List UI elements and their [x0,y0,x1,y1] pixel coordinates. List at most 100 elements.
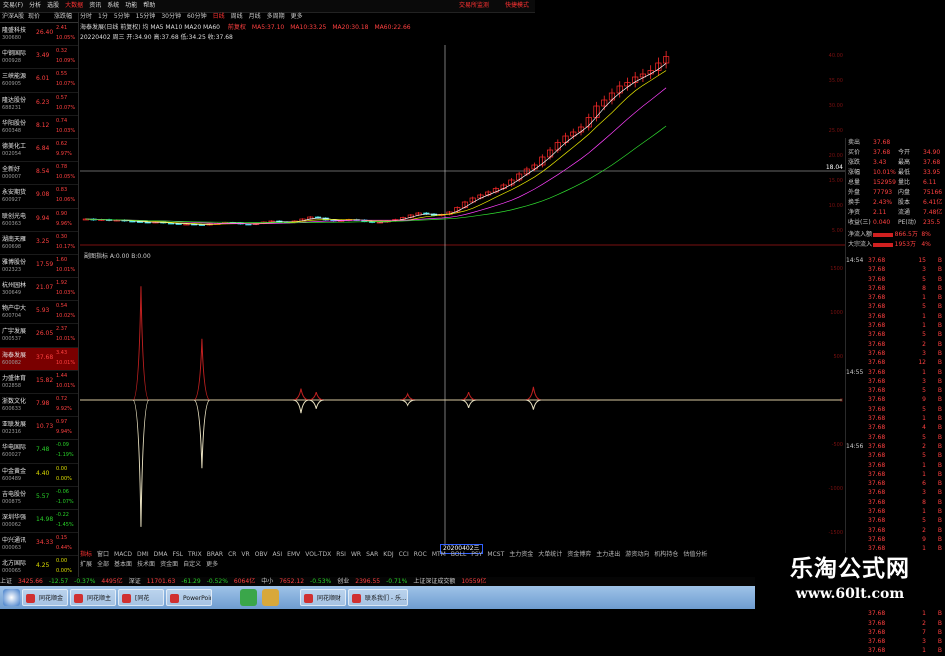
indicator-tab[interactable]: FSL [173,551,184,558]
watchlist-row[interactable]: 德美化工 002054 6.84 0.62 9.97% [0,139,78,163]
indicator-tab-secondary[interactable]: 技术面 [137,561,155,568]
menu-item[interactable]: 大数据 [62,0,86,12]
indicator-tab[interactable]: 主力资金 [509,551,533,558]
indicator-tab[interactable]: 窗口 [97,551,109,558]
indicator-tab[interactable]: CCI [399,551,409,558]
browser-icon[interactable] [240,589,257,606]
indicator-tab-secondary[interactable]: 自定义 [183,561,201,568]
watchlist-row[interactable]: 华阳股份 600348 8.12 0.74 10.03% [0,116,78,139]
indicator-tab-secondary[interactable]: 资金面 [160,561,178,568]
taskbar-button[interactable]: 同花顺主站选股 [70,589,116,606]
period-tab[interactable]: 分时 [80,13,92,20]
stock-name: 三峡能源 [2,73,27,81]
period-tab[interactable]: 60分钟 [187,13,207,20]
indicator-tab[interactable]: DMA [154,551,168,558]
indicator-tab-secondary[interactable]: 全部 [97,561,109,568]
watchlist-row[interactable]: 杭州园林 300649 21.07 1.92 10.03% [0,278,78,302]
column-header-price[interactable]: 现价 [26,12,52,22]
period-tab[interactable]: 周线 [231,13,243,20]
watchlist-row[interactable]: 广宇发展 000537 26.05 2.37 10.01% [0,324,78,348]
indicator-tab[interactable]: MTM [432,551,446,558]
watchlist-row[interactable]: 联创光电 600363 9.94 0.90 9.96% [0,209,78,232]
watchlist-row[interactable]: 浙数文化 600633 7.98 0.72 9.92% [0,394,78,418]
menu-item[interactable]: 分析 [26,0,44,12]
indicator-tab[interactable]: 游资动向 [625,551,649,558]
indicator-tab[interactable]: 主力进出 [596,551,620,558]
period-tab[interactable]: 更多 [291,13,303,20]
watchlist-row[interactable]: 吉电股份 000875 5.57 -0.06 -1.07% [0,487,78,510]
watchlist-row[interactable]: 中金黄金 600489 4.40 0.00 0.00% [0,464,78,487]
start-button[interactable] [3,589,20,606]
indicator-tab[interactable]: OBV [255,551,268,558]
watchlist-row[interactable]: 北方国际 000065 4.25 0.00 0.00% [0,556,78,577]
watchlist-row[interactable]: 雅博股份 002323 17.59 1.60 10.01% [0,255,78,279]
indicator-tab[interactable]: BOLL [451,551,466,558]
indicator-tab[interactable]: CR [228,551,236,558]
period-tab[interactable]: 5分钟 [114,13,130,20]
indicator-tab[interactable]: 机构持仓 [654,551,678,558]
folder-icon[interactable] [262,589,279,606]
indicator-tab-secondary[interactable]: 扩展 [80,561,92,568]
menu-item[interactable]: 功能 [122,0,140,12]
taskbar-button[interactable]: [同花顺]... [118,589,164,606]
watchlist-row[interactable]: 永安期货 600927 9.08 0.83 10.06% [0,185,78,209]
period-tab[interactable]: 1分 [98,13,108,20]
kline-chart[interactable]: 18.04 40.00 35.00 30.00 25.00 20.00 15.00 10.00… [80,45,845,545]
menu-item[interactable]: 资讯 [86,0,104,12]
indicator-tab[interactable]: ASI [272,551,282,558]
tick-row: 37.68 4 B [846,423,945,432]
period-tab[interactable]: 多周期 [267,13,285,20]
indicator-tab[interactable]: ROC [414,551,427,558]
indicator-tab[interactable]: 估值分析 [683,551,707,558]
indicator-tab[interactable]: 大单统计 [538,551,562,558]
watchlist-row[interactable]: 湖南天雁 600698 3.25 0.30 10.17% [0,232,78,255]
period-tab[interactable]: 30分钟 [161,13,181,20]
indicator-tab[interactable]: BRAR [207,551,223,558]
topbar-right-links: 交易所监测 快捷模式 [445,0,529,12]
menu-item[interactable]: 系统 [104,0,122,12]
indicator-tab[interactable]: TRIX [188,551,202,558]
indicator-tab[interactable]: EMV [287,551,300,558]
indicator-tab[interactable]: VR [241,551,249,558]
watchlist-row[interactable]: 中钢国际 000928 3.49 0.32 10.09% [0,46,78,70]
watchlist-row[interactable]: 亚联发展 002316 10.73 0.97 9.94% [0,417,78,441]
indicator-tab[interactable]: PSY [471,551,482,558]
indicator-tab[interactable]: RSI [336,551,346,558]
watchlist-row[interactable]: 力盛体育 002858 15.82 1.44 10.01% [0,371,78,394]
indicator-tab[interactable]: MACD [114,551,132,558]
column-header-change[interactable]: 涨跌幅 [52,12,78,22]
menu-item[interactable]: 帮助 [140,0,158,12]
taskbar-button[interactable]: 同花顺财务报表 [300,589,346,606]
indicator-tab[interactable]: WR [351,551,361,558]
period-tab[interactable]: 15分钟 [136,13,156,20]
watchlist-row[interactable]: 隆盛科技 300680 26.40 2.41 10.05% [0,23,78,47]
watchlist-row[interactable]: 全新好 000007 8.54 0.78 10.05% [0,162,78,186]
menu-item[interactable]: 选股 [44,0,62,12]
stock-change: 1.60 [56,256,68,263]
watchlist-row[interactable]: 深圳华强 000062 14.98 -0.22 -1.45% [0,510,78,534]
indicator-tab[interactable]: DMI [137,551,149,558]
indicator-tab-secondary[interactable]: 更多 [206,561,218,568]
period-tab[interactable]: 日线 [213,13,225,20]
taskbar-button[interactable]: PowerPoint [166,589,212,606]
indicator-tab[interactable]: MCST [487,551,504,558]
quick-mode-link[interactable]: 快捷模式 [505,2,529,9]
indicator-tab[interactable]: VOL-TDX [305,551,331,558]
watchlist-row[interactable]: 物产中大 600704 5.93 0.54 10.02% [0,301,78,325]
indicator-tab-secondary[interactable]: 基本面 [114,561,132,568]
menu-item[interactable]: 交易(F) [0,0,26,12]
column-header-name[interactable]: 沪深A股 [0,12,26,22]
watchlist-row[interactable]: 隆达股份 688231 6.23 0.57 10.07% [0,93,78,116]
taskbar-button[interactable]: 联系我们 - 乐... [348,589,408,606]
indicator-tab[interactable]: 指标 [80,551,92,558]
exchange-monitor-link[interactable]: 交易所监测 [459,2,489,9]
period-tab[interactable]: 月线 [249,13,261,20]
watchlist-row[interactable]: 三峡能源 600905 6.01 0.55 10.07% [0,69,78,93]
watchlist-row[interactable]: 中兴通讯 000063 34.33 0.15 0.44% [0,533,78,557]
watchlist-row[interactable]: 华电国际 600027 7.48 -0.09 -1.19% [0,440,78,464]
indicator-tab[interactable]: SAR [366,551,378,558]
taskbar-button[interactable]: 同花顺金融终端 [22,589,68,606]
indicator-tab[interactable]: 资金博弈 [567,551,591,558]
indicator-tab[interactable]: KDJ [383,551,393,558]
watchlist-row[interactable]: 海泰发展 600082 37.68 3.43 10.01% [0,347,78,371]
